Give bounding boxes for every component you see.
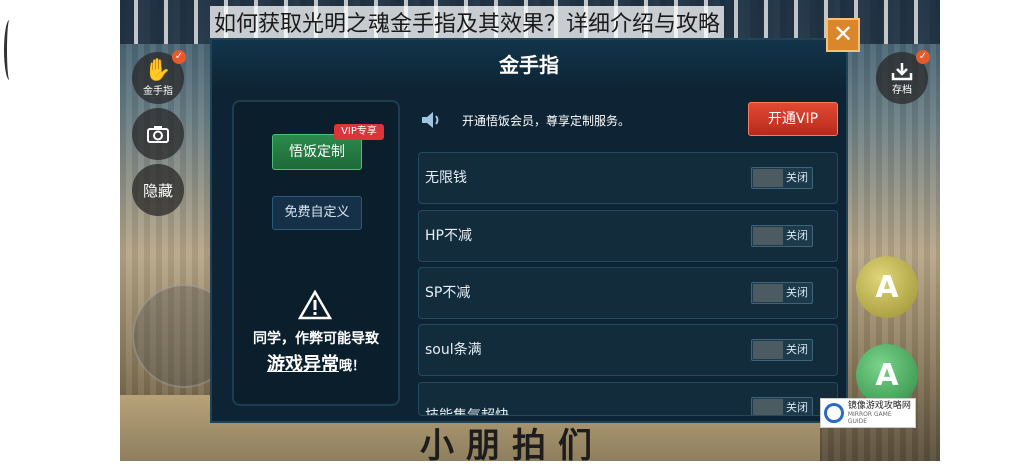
watermark-logo-icon [824, 403, 844, 423]
hide-button[interactable]: 隐藏 [132, 164, 184, 216]
site-watermark: 镜像游戏攻略网 MIRROR GAME GUIDE [820, 398, 916, 428]
save-button[interactable]: 存档 ✓ [876, 50, 930, 104]
toggle-switch[interactable]: 关闭 [751, 282, 813, 304]
toggle-switch[interactable]: 关闭 [751, 339, 813, 361]
toggle-knob [753, 227, 783, 245]
toggle-state: 关闭 [786, 401, 808, 414]
free-custom-button[interactable]: 免费自定义 [272, 196, 362, 230]
close-button[interactable]: ✕ [826, 18, 860, 52]
a-button-green[interactable]: A [856, 344, 918, 406]
toggle-state: 关闭 [786, 286, 808, 299]
save-badge: ✓ [916, 50, 930, 64]
option-row-skill-charge: 技能集气超快 关闭 [418, 382, 838, 416]
warning-icon [298, 290, 332, 320]
toggle-knob [753, 284, 783, 302]
download-icon [891, 62, 913, 80]
watermark-text-block: 镜像游戏攻略网 MIRROR GAME GUIDE [848, 401, 912, 425]
watermark-subtext: MIRROR GAME GUIDE [847, 411, 892, 425]
speaker-icon [422, 112, 439, 128]
warning-highlight: 游戏异常 [266, 354, 339, 375]
option-label: soul条满 [425, 342, 482, 358]
option-label: HP不减 [425, 228, 472, 244]
screenshot-button[interactable] [132, 108, 184, 160]
toggle-knob [753, 169, 783, 187]
camera-icon [147, 126, 169, 143]
option-row-infinite-money: 无限钱 关闭 [418, 152, 838, 204]
cheat-button[interactable]: ✋ 金手指 ✓ [132, 50, 186, 104]
option-row-sp: SP不减 关闭 [418, 267, 838, 319]
page-title: 如何获取光明之魂金手指及其效果？详细介绍与攻略 [210, 6, 725, 38]
toggle-state: 关闭 [786, 343, 808, 356]
toggle-switch[interactable]: 关闭 [751, 397, 813, 415]
option-label: SP不减 [425, 285, 471, 301]
a-button-yellow[interactable]: A [856, 256, 918, 318]
option-label: 无限钱 [425, 170, 467, 186]
save-button-label: 存档 [892, 84, 912, 96]
vip-tag: VIP专享 [334, 124, 384, 140]
promo-text: 开通悟饭会员，尊享定制服务。 [462, 114, 631, 128]
game-bottom-text: 小朋拍们 [420, 426, 604, 466]
edge-decoration [4, 20, 15, 80]
option-row-soul: soul条满 关闭 [418, 324, 838, 376]
open-vip-button[interactable]: 开通VIP [748, 102, 838, 136]
warning-text-line1: 同学，作弊可能导致 [253, 331, 379, 347]
toggle-knob [753, 399, 783, 415]
warning-suffix: 哦！ [338, 359, 365, 374]
option-row-hp: HP不减 关闭 [418, 210, 838, 262]
toggle-state: 关闭 [786, 171, 808, 184]
toggle-switch[interactable]: 关闭 [751, 225, 813, 247]
toggle-knob [753, 341, 783, 359]
dialog-title: 金手指 [212, 40, 846, 90]
cheat-badge: ✓ [172, 50, 186, 64]
warning-text-line2: 游戏异常哦！ [232, 350, 400, 376]
hand-icon: ✋ [144, 57, 172, 83]
toggle-switch[interactable]: 关闭 [751, 167, 813, 189]
hide-button-label: 隐藏 [142, 181, 173, 200]
watermark-text: 镜像游戏攻略网 [847, 401, 911, 411]
cheat-button-label: 金手指 [143, 85, 173, 97]
toggle-state: 关闭 [786, 229, 808, 242]
option-label: 技能集气超快 [425, 408, 509, 416]
